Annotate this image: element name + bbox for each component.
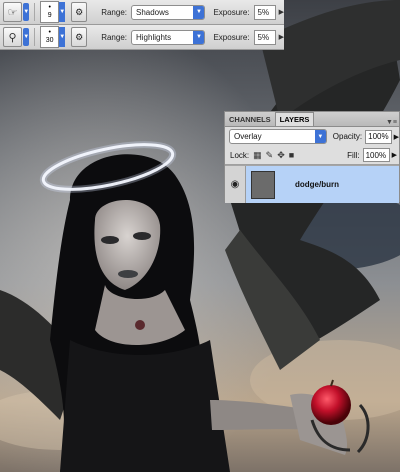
panel-menu-icon[interactable]: ▼≡ bbox=[386, 119, 397, 126]
lock-position-icon[interactable]: ✥ bbox=[277, 150, 285, 161]
layer-row-selected[interactable]: ◉ dodge/burn bbox=[225, 165, 399, 203]
range-label: Range: bbox=[101, 7, 127, 17]
hand-icon: ☞ bbox=[7, 6, 18, 19]
divider bbox=[34, 28, 36, 46]
airbrush-icon[interactable]: ⚙ bbox=[71, 27, 88, 47]
exposure-slider-toggle[interactable]: ▶ bbox=[279, 33, 284, 41]
lock-label: Lock: bbox=[230, 150, 250, 160]
range-value: Highlights bbox=[136, 32, 172, 42]
brush-dropdown[interactable]: ▼ bbox=[59, 27, 66, 47]
panel-tabs: CHANNELS LAYERS ▼≡ bbox=[225, 112, 399, 127]
exposure-label: Exposure: bbox=[213, 32, 250, 42]
range-value: Shadows bbox=[136, 7, 169, 17]
layer-thumbnail bbox=[251, 170, 275, 199]
artwork-canvas bbox=[0, 0, 400, 472]
exposure-slider-toggle[interactable]: ▶ bbox=[279, 8, 284, 16]
tool-preset-dropdown[interactable]: ▼ bbox=[23, 3, 30, 21]
brush-dot-icon: • bbox=[48, 4, 51, 11]
range-label: Range: bbox=[101, 32, 127, 42]
opacity-input[interactable]: 100% bbox=[365, 129, 392, 144]
magnifier-icon: ⚲ bbox=[8, 31, 17, 44]
tab-layers[interactable]: LAYERS bbox=[274, 112, 315, 126]
options-bar-shadows: ☞ ▼ • 9 ▼ ⚙ Range: Shadows ▼ Exposure: 5… bbox=[0, 0, 284, 25]
blend-mode-select[interactable]: Overlay ▼ bbox=[229, 129, 327, 144]
brush-dropdown[interactable]: ▼ bbox=[59, 2, 66, 22]
brush-picker[interactable]: • 9 bbox=[40, 1, 60, 23]
brush-dot-icon: • bbox=[48, 29, 51, 36]
lock-all-icon[interactable]: ■ bbox=[289, 150, 294, 160]
airbrush-icon[interactable]: ⚙ bbox=[71, 2, 88, 22]
burn-tool-button[interactable]: ⚲ bbox=[3, 27, 23, 47]
exposure-label: Exposure: bbox=[213, 7, 250, 17]
blend-mode-value: Overlay bbox=[234, 132, 262, 141]
chevron-down-icon: ▼ bbox=[314, 130, 326, 143]
options-bar-highlights: ⚲ ▼ • 30 ▼ ⚙ Range: Highlights ▼ Exposur… bbox=[0, 25, 284, 50]
chevron-down-icon: ▼ bbox=[193, 30, 205, 44]
brush-picker[interactable]: • 30 bbox=[40, 26, 60, 48]
layers-panel: CHANNELS LAYERS ▼≡ Overlay ▼ Opacity: 10… bbox=[224, 111, 400, 203]
fill-slider-toggle[interactable]: ▶ bbox=[392, 151, 397, 159]
layer-name: dodge/burn bbox=[295, 180, 339, 189]
lock-pixels-icon[interactable]: ✎ bbox=[266, 150, 274, 161]
divider bbox=[34, 3, 36, 21]
chevron-down-icon: ▼ bbox=[193, 5, 205, 19]
tab-channels[interactable]: CHANNELS bbox=[225, 113, 275, 126]
brush-size: 30 bbox=[45, 37, 54, 44]
exposure-input[interactable]: 5% bbox=[253, 4, 276, 20]
fill-input[interactable]: 100% bbox=[362, 148, 390, 162]
eye-icon[interactable]: ◉ bbox=[225, 166, 246, 203]
exposure-input[interactable]: 5% bbox=[253, 29, 276, 45]
opacity-label: Opacity: bbox=[332, 132, 363, 141]
range-select[interactable]: Highlights ▼ bbox=[131, 29, 206, 45]
dodge-tool-button[interactable]: ☞ bbox=[3, 2, 23, 22]
lock-transparency-icon[interactable]: ▦ bbox=[253, 150, 262, 161]
fill-label: Fill: bbox=[347, 150, 360, 160]
lock-row: Lock: ▦ ✎ ✥ ■ Fill: 100% ▶ bbox=[225, 146, 399, 165]
tool-preset-dropdown[interactable]: ▼ bbox=[23, 28, 30, 46]
opacity-slider-toggle[interactable]: ▶ bbox=[394, 133, 399, 141]
range-select[interactable]: Shadows ▼ bbox=[131, 4, 206, 20]
brush-size: 9 bbox=[47, 12, 52, 19]
blend-row: Overlay ▼ Opacity: 100% ▶ bbox=[225, 127, 399, 146]
